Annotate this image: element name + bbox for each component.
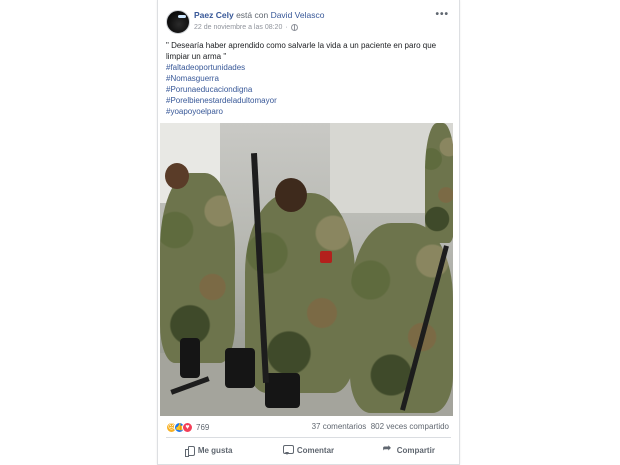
with-text: está con: [233, 10, 271, 20]
hashtag[interactable]: #Porelbienestardeladultomayor: [166, 95, 277, 106]
author-line: Paez Cely está con David Velasco: [194, 10, 324, 20]
reaction-summary[interactable]: ☹ 👍 ♥ 769: [166, 421, 209, 433]
like-icon: [184, 445, 195, 457]
hashtag-list: #faltadeoportunidades #Nomasguerra #Poru…: [166, 62, 277, 117]
hashtag[interactable]: #yoapoyoelparo: [166, 106, 277, 117]
action-bar: Me gusta Comentar Compartir: [158, 440, 459, 460]
soldier-patch: [320, 251, 332, 263]
soldier-boot: [180, 338, 200, 378]
soldier-figure: [160, 173, 235, 363]
meta-separator: ·: [285, 24, 288, 31]
soldier-boot: [265, 373, 300, 408]
comment-button[interactable]: Comentar: [258, 440, 358, 460]
post-meta: 22 de noviembre a las 08:20 ·: [194, 24, 298, 31]
engagement-counts: 37 comentarios 802 veces compartido: [312, 422, 449, 431]
more-options-icon[interactable]: •••: [435, 9, 449, 20]
soldier-boot: [225, 348, 255, 388]
share-count[interactable]: 802 veces compartido: [371, 422, 449, 431]
like-button[interactable]: Me gusta: [158, 440, 258, 460]
comment-count[interactable]: 37 comentarios: [312, 422, 367, 431]
comment-label: Comentar: [296, 445, 335, 455]
tagged-user[interactable]: David Velasco: [271, 10, 325, 20]
post-text: " Desearía haber aprendido como salvarle…: [166, 41, 437, 61]
love-reaction-icon: ♥: [182, 421, 193, 433]
share-icon: [383, 443, 393, 455]
soldier-figure: [350, 223, 453, 413]
post-photo[interactable]: [160, 123, 453, 416]
divider: [166, 437, 451, 438]
globe-icon[interactable]: [290, 24, 298, 31]
share-button[interactable]: Compartir: [359, 440, 459, 460]
post-header: Paez Cely está con David Velasco 22 de n…: [158, 6, 459, 40]
hashtag[interactable]: #Nomasguerra: [166, 73, 277, 84]
share-label: Compartir: [396, 445, 435, 455]
hashtag[interactable]: #Porunaeducaciondigna: [166, 84, 277, 95]
comment-icon: [282, 445, 294, 455]
author-name[interactable]: Paez Cely: [194, 10, 234, 20]
soldier-figure: [425, 123, 453, 243]
reaction-count[interactable]: 769: [196, 423, 209, 432]
post-timestamp[interactable]: 22 de noviembre a las 08:20: [194, 24, 282, 31]
avatar[interactable]: [166, 10, 190, 34]
like-label: Me gusta: [197, 445, 233, 455]
soldier-head: [165, 163, 189, 189]
post-card: Paez Cely está con David Velasco 22 de n…: [157, 0, 460, 465]
hashtag[interactable]: #faltadeoportunidades: [166, 62, 277, 73]
soldier-head: [275, 178, 307, 212]
